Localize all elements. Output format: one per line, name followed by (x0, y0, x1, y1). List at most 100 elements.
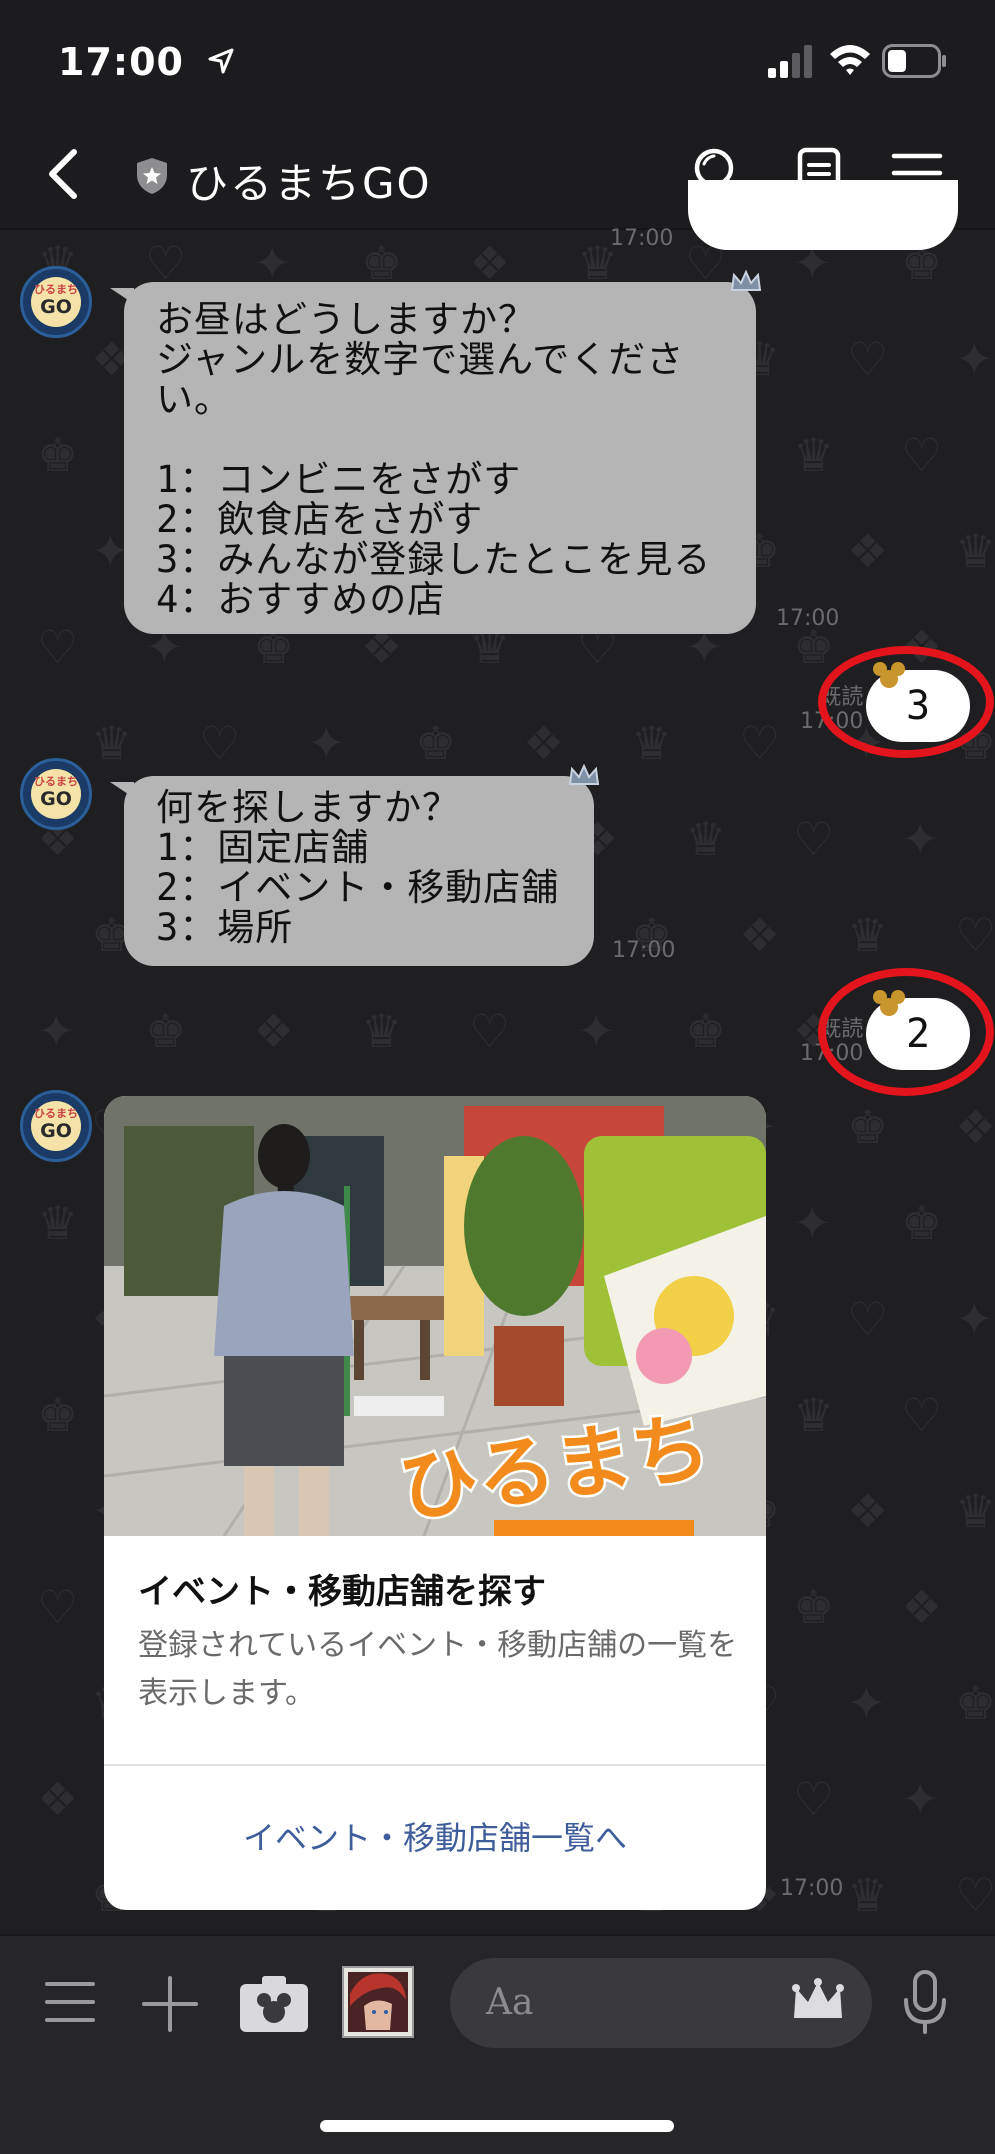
incoming-message-bubble[interactable]: 何を探しますか？ 1：固定店舗 2：イベント・移動店舗 3：場所 (110, 764, 600, 966)
status-bar: 17:00 (0, 0, 995, 120)
pattern-glyph: ♡ (37, 1580, 79, 1634)
rich-message-card[interactable]: ひるまち イベント・移動店舗を探す 登録されているイベント・移動店舗の一覧を表示… (104, 1096, 766, 1910)
back-chevron-icon[interactable] (40, 148, 86, 200)
bubble-tail (110, 782, 134, 798)
pattern-glyph: ♚ (145, 1004, 187, 1058)
pattern-glyph: ✦ (955, 332, 994, 386)
pattern-glyph: ♛ (685, 812, 727, 866)
message-input-field[interactable]: Aa (450, 1958, 872, 2048)
crown-icon (568, 764, 600, 785)
pattern-glyph: ♛ (793, 1388, 835, 1442)
pattern-glyph: ♡ (145, 236, 187, 290)
pattern-glyph: ♡ (847, 1292, 889, 1346)
pattern-glyph: ♚ (955, 1676, 995, 1730)
pattern-glyph: ♛ (955, 1484, 995, 1538)
pattern-glyph: ♛ (37, 1196, 79, 1250)
message-line: 1：コンビニをさがす (156, 458, 522, 501)
pattern-glyph: ✦ (955, 1292, 994, 1346)
status-time: 17:00 (58, 40, 184, 84)
pattern-glyph: ✦ (307, 716, 346, 770)
message-line (156, 420, 711, 460)
official-shield-icon (137, 158, 167, 194)
pattern-glyph: ♚ (847, 1100, 889, 1154)
message-line: お昼はどうしますか？ (156, 298, 536, 341)
pattern-glyph: ♛ (361, 1004, 403, 1058)
home-indicator (320, 2120, 674, 2132)
pattern-glyph: ♛ (955, 524, 995, 578)
card-photo[interactable]: ひるまち (104, 1096, 766, 1536)
pattern-glyph: ♛ (793, 428, 835, 482)
avatar-logo: ひるまち GO (31, 769, 81, 819)
pattern-glyph: ♡ (469, 1004, 511, 1058)
avatar-logo: ひるまち GO (31, 277, 81, 327)
card-description: 登録されているイベント・移動店舗の一覧を表示します。 (138, 1628, 738, 1711)
battery-icon (882, 44, 946, 78)
avatar[interactable]: ひるまち GO (20, 266, 92, 338)
pattern-glyph: ♚ (415, 716, 457, 770)
pattern-glyph: ♛ (847, 1868, 889, 1922)
hamburger-icon[interactable] (44, 1978, 96, 2026)
pattern-glyph: ❖ (847, 524, 889, 578)
previous-outgoing-bubble (688, 180, 958, 250)
pattern-glyph: ♚ (37, 1388, 79, 1442)
pattern-glyph: ♡ (955, 1868, 995, 1922)
pattern-glyph: ❖ (523, 716, 565, 770)
camera-icon[interactable] (238, 1972, 310, 2034)
pattern-glyph: ♡ (847, 332, 889, 386)
mouse-ears-icon (873, 662, 905, 688)
avatar[interactable]: ひるまち GO (20, 758, 92, 830)
pattern-glyph: ♚ (37, 428, 79, 482)
pattern-glyph: ♡ (199, 716, 241, 770)
incoming-message-bubble[interactable]: お昼はどうしますか？ ジャンルを数字で選んでくださ い。 1：コンビニをさがす 2：飲… (110, 270, 762, 634)
message-line: 4：おすすめの店 (156, 578, 446, 621)
mouse-ears-icon (873, 990, 905, 1016)
crown-icon[interactable] (790, 1978, 846, 2026)
message-time: 17:00 (612, 938, 676, 963)
pattern-glyph: ❖ (253, 1004, 295, 1058)
message-time: 17:00 (610, 226, 674, 251)
crown-icon (730, 270, 762, 291)
pattern-glyph: ♡ (37, 620, 79, 674)
card-action-link[interactable]: イベント・移動店舗一覧へ (104, 1766, 766, 1910)
bubble-tail (110, 288, 134, 304)
pattern-glyph: ❖ (739, 908, 781, 962)
message-line: 2：飲食店をさがす (156, 498, 484, 541)
message-line: 3：みんなが登録したとこを見る (156, 538, 712, 581)
pattern-glyph: ♚ (793, 1580, 835, 1634)
pattern-glyph: ✦ (793, 1196, 832, 1250)
pattern-glyph: ❖ (469, 236, 511, 290)
message-time: 17:00 (780, 1876, 844, 1901)
message-time: 17:00 (776, 606, 840, 631)
pattern-glyph: ✦ (847, 1676, 886, 1730)
message-line: 何を探しますか？ (156, 786, 460, 829)
message-text: 何を探しますか？ 1：固定店舗 2：イベント・移動店舗 3：場所 (156, 788, 559, 948)
pattern-glyph: ♡ (955, 908, 995, 962)
message-text: お昼はどうしますか？ ジャンルを数字で選んでくださ い。 1：コンビニをさがす 2：飲… (156, 300, 711, 620)
pattern-glyph: ♚ (901, 1196, 943, 1250)
pattern-glyph: ♚ (685, 1004, 727, 1058)
microphone-icon[interactable] (902, 1970, 948, 2036)
pattern-glyph: ❖ (37, 1772, 79, 1826)
pattern-glyph: ♡ (793, 812, 835, 866)
message-line: い。 (156, 378, 232, 421)
signal-icon (768, 45, 812, 78)
pattern-glyph: ❖ (955, 1100, 995, 1154)
location-arrow-icon (208, 48, 234, 74)
message-line: 3：場所 (156, 906, 294, 949)
pattern-glyph: ♡ (739, 716, 781, 770)
pattern-glyph: ✦ (577, 1004, 616, 1058)
avatar[interactable]: ひるまち GO (20, 1090, 92, 1162)
pattern-glyph: ❖ (847, 1484, 889, 1538)
pattern-glyph: ♛ (847, 908, 889, 962)
message-line: 2：イベント・移動店舗 (156, 866, 560, 909)
wifi-icon (830, 45, 870, 75)
pattern-glyph: ✦ (37, 1004, 76, 1058)
pattern-glyph: ♡ (793, 1772, 835, 1826)
pattern-glyph: ♛ (91, 716, 133, 770)
pattern-glyph: ♡ (901, 428, 943, 482)
pattern-glyph: ✦ (901, 1772, 940, 1826)
plus-icon[interactable] (140, 1974, 200, 2034)
pattern-glyph: ✦ (253, 236, 292, 290)
character-sticker-icon[interactable] (342, 1966, 414, 2038)
card-title: イベント・移動店舗を探す (138, 1572, 546, 1612)
